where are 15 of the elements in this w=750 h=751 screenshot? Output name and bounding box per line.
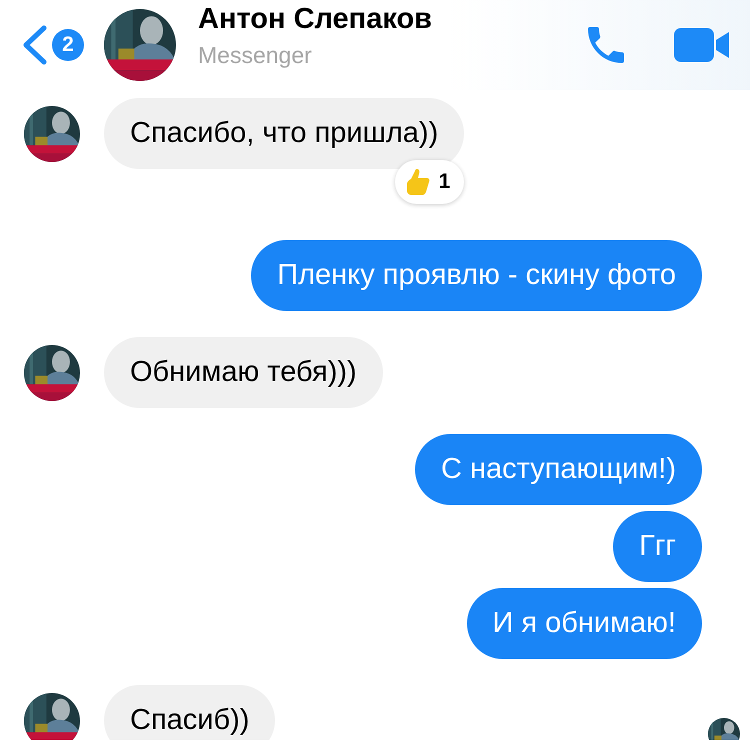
unread-badge: 2 xyxy=(52,29,84,61)
reaction-badge[interactable]: 1 xyxy=(394,160,464,204)
thumbs-up-icon xyxy=(404,168,431,196)
video-camera-icon xyxy=(674,28,730,62)
message-bubble: И я обнимаю! xyxy=(466,588,702,659)
reaction-count: 1 xyxy=(438,170,450,194)
message-bubble: Ггг xyxy=(613,511,702,582)
message-bubble: Спасиб)) xyxy=(104,685,276,740)
video-call-button[interactable] xyxy=(674,28,730,62)
contact-name: Антон Слепаков xyxy=(198,3,433,36)
message-bubble: Спасибо, что пришла)) xyxy=(104,98,464,169)
message-bubble: С наступающим!) xyxy=(414,434,702,505)
message-bubble: Обнимаю тебя))) xyxy=(104,337,383,408)
message-bubble: Пленку проявлю - скину фото xyxy=(251,240,702,311)
contact-subtitle: Messenger xyxy=(198,42,313,69)
